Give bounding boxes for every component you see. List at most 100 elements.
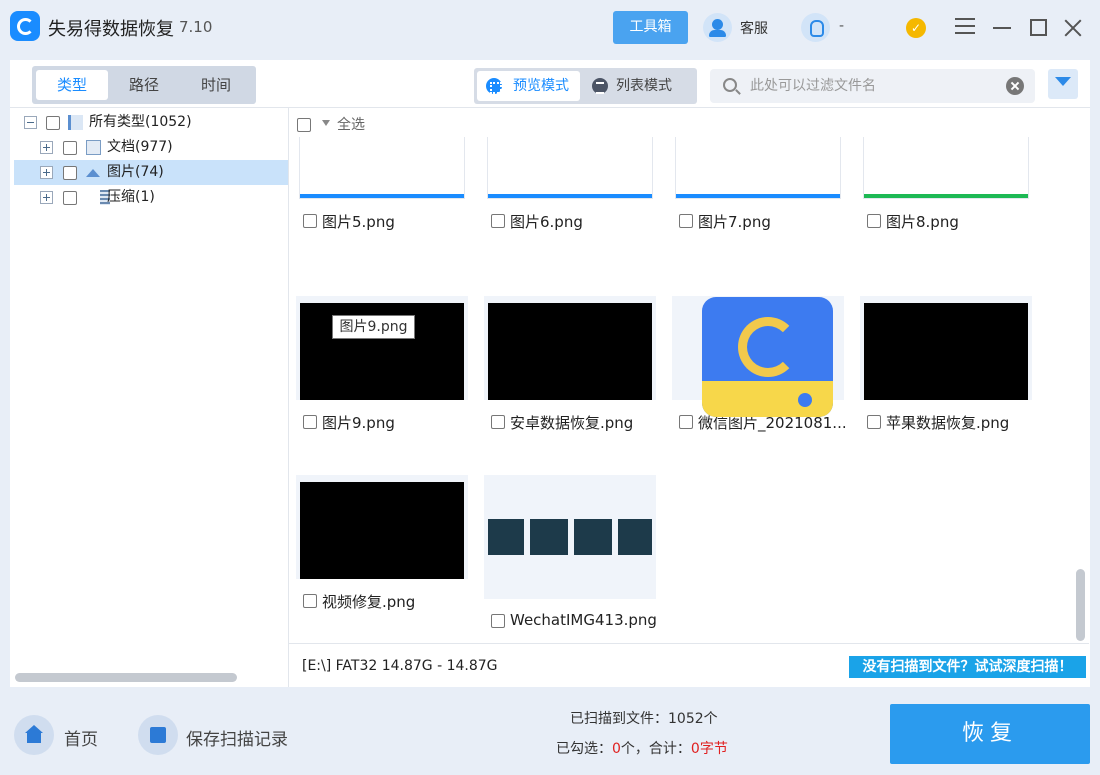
qq-icon[interactable]: [801, 13, 830, 42]
qq-label[interactable]: -: [839, 18, 844, 34]
file-checkbox[interactable]: [867, 415, 881, 429]
file-name: 图片9.png: [322, 414, 395, 432]
filter-icon[interactable]: [1048, 69, 1078, 99]
status-divider: [289, 643, 1089, 644]
tab-type[interactable]: 类型: [36, 70, 108, 100]
selected-prefix: 已勾选：: [556, 741, 612, 757]
tree-node-label: 文档(977): [107, 139, 173, 155]
tree-node-label: 图片(74): [107, 164, 164, 180]
tree-checkbox[interactable]: [46, 116, 60, 130]
file-card[interactable]: 图片5.png: [290, 137, 468, 265]
tree-node-all[interactable]: 所有类型(1052): [14, 110, 288, 135]
file-thumbnail: [860, 137, 1032, 199]
file-card[interactable]: 视频修复.png: [290, 475, 468, 641]
list-view-icon: [592, 78, 608, 94]
file-name: WechatIMG413.png: [510, 611, 657, 629]
tree-horizontal-scrollbar[interactable]: [15, 673, 237, 682]
file-card[interactable]: WechatIMG413.png: [478, 475, 657, 641]
file-thumbnail: [860, 296, 1032, 400]
expand-icon[interactable]: [40, 141, 53, 154]
file-thumbnail: [296, 137, 468, 199]
menu-icon[interactable]: [955, 18, 975, 34]
file-checkbox[interactable]: [303, 594, 317, 608]
file-checkbox[interactable]: [491, 415, 505, 429]
file-type-tree: 所有类型(1052) 文档(977) 图片(74) 压缩(1): [14, 110, 288, 210]
filter-search-box: [710, 69, 1035, 103]
file-thumbnail: [672, 137, 844, 199]
file-name: 图片6.png: [510, 213, 583, 231]
app-logo-icon: [10, 11, 40, 41]
grid-vertical-scrollbar[interactable]: [1076, 569, 1085, 641]
recover-button[interactable]: 恢复: [890, 704, 1090, 764]
sidebar-divider: [288, 107, 289, 687]
file-checkbox[interactable]: [867, 214, 881, 228]
minimize-icon[interactable]: [993, 27, 1011, 29]
list-mode-label: 列表模式: [616, 78, 672, 94]
select-all-checkbox[interactable]: [297, 118, 311, 132]
home-button[interactable]: 首页: [64, 725, 98, 750]
file-thumbnail: [484, 296, 656, 400]
file-card[interactable]: 图片7.png: [666, 137, 844, 265]
clear-search-icon[interactable]: [1006, 77, 1024, 95]
file-card[interactable]: 苹果数据恢复.png: [854, 296, 1032, 466]
file-card[interactable]: 图片6.png: [478, 137, 656, 265]
select-all-label[interactable]: 全选: [337, 114, 365, 134]
tree-checkbox[interactable]: [63, 141, 77, 155]
app-version: 7.10: [179, 18, 213, 36]
vip-badge-icon[interactable]: ✓: [906, 18, 926, 38]
preview-mode-button[interactable]: 预览模式: [477, 71, 580, 101]
tree-node-docs[interactable]: 文档(977): [14, 135, 288, 160]
file-name: 图片7.png: [698, 213, 771, 231]
tab-path[interactable]: 路径: [108, 70, 180, 100]
search-icon: [723, 78, 737, 92]
maximize-icon[interactable]: [1030, 19, 1047, 36]
close-icon[interactable]: [1063, 18, 1083, 38]
all-types-icon: [68, 115, 83, 130]
disk-info: [E:\] FAT32 14.87G - 14.87G: [302, 658, 498, 674]
save-scan-record-button[interactable]: 保存扫描记录: [186, 725, 288, 750]
file-name: 图片5.png: [322, 213, 395, 231]
file-preview-grid: 图片5.png 图片6.png 图片7.png 图片8.png 图片9.png …: [290, 137, 1075, 641]
file-checkbox[interactable]: [491, 614, 505, 628]
view-mode-switch: 预览模式 列表模式: [474, 68, 697, 104]
tree-checkbox[interactable]: [63, 166, 77, 180]
file-card[interactable]: 安卓数据恢复.png: [478, 296, 656, 466]
file-name: 安卓数据恢复.png: [510, 414, 634, 432]
tree-node-archives[interactable]: 压缩(1): [14, 185, 288, 210]
collapse-icon[interactable]: [24, 116, 37, 129]
file-checkbox[interactable]: [491, 214, 505, 228]
tab-time[interactable]: 时间: [180, 70, 252, 100]
selected-summary: 已勾选：0个，合计：0字节: [556, 738, 728, 758]
toolbox-button[interactable]: 工具箱: [613, 11, 688, 44]
select-all-dropdown-icon[interactable]: [322, 120, 330, 126]
tree-node-images[interactable]: 图片(74): [14, 160, 288, 185]
customer-service-label[interactable]: 客服: [740, 18, 768, 38]
file-checkbox[interactable]: [679, 214, 693, 228]
tree-checkbox[interactable]: [63, 191, 77, 205]
deep-scan-button[interactable]: 没有扫描到文件？试试深度扫描！: [849, 656, 1086, 678]
scanned-prefix: 已扫描到文件：: [570, 711, 668, 727]
preview-mode-label: 预览模式: [513, 78, 569, 94]
tree-node-label: 压缩(1): [107, 189, 155, 205]
file-card[interactable]: 图片8.png: [854, 137, 1032, 265]
image-icon: [86, 169, 100, 177]
grid-view-icon: [486, 78, 502, 94]
file-name: 图片8.png: [886, 213, 959, 231]
customer-service-icon[interactable]: [703, 13, 732, 42]
expand-icon[interactable]: [40, 166, 53, 179]
save-icon[interactable]: [138, 715, 178, 755]
selected-size: 0字节: [690, 741, 728, 757]
document-icon: [86, 140, 101, 155]
list-mode-button[interactable]: 列表模式: [580, 71, 694, 101]
expand-icon[interactable]: [40, 191, 53, 204]
search-input[interactable]: [750, 75, 1000, 97]
home-icon[interactable]: [14, 715, 54, 755]
sort-tabs: 类型 路径 时间: [32, 66, 256, 104]
count-unit: 个，合计：: [620, 741, 691, 757]
file-thumbnail: [484, 475, 656, 599]
scanned-value: 1052个: [668, 711, 718, 727]
file-checkbox[interactable]: [303, 214, 317, 228]
file-name-tooltip: 图片9.png: [332, 315, 415, 339]
file-checkbox[interactable]: [303, 415, 317, 429]
file-checkbox[interactable]: [679, 415, 693, 429]
